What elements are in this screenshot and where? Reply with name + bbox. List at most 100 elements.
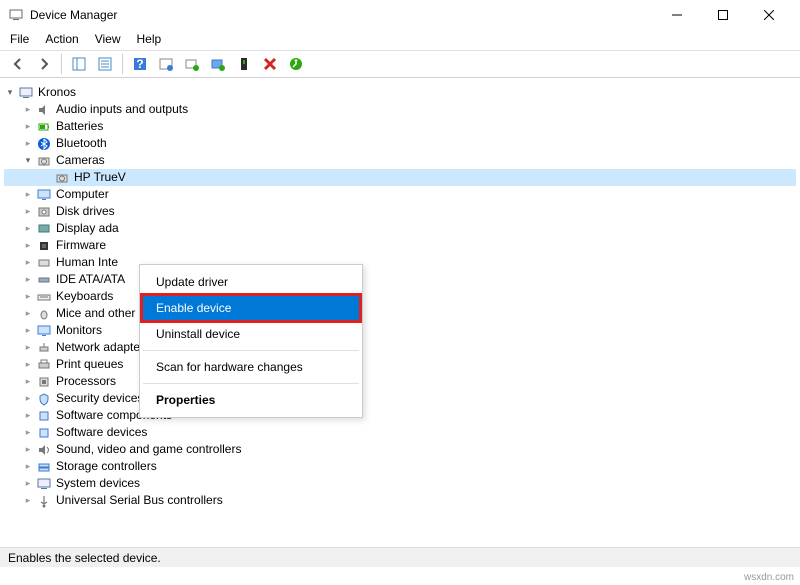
caret-icon[interactable] bbox=[22, 407, 34, 424]
show-hide-tree-button[interactable] bbox=[67, 52, 91, 76]
tree-node[interactable]: Universal Serial Bus controllers bbox=[4, 492, 796, 509]
caret-icon[interactable] bbox=[22, 458, 34, 475]
caret-icon[interactable] bbox=[22, 237, 34, 254]
tree-node[interactable]: Disk drives bbox=[4, 203, 796, 220]
tree-node[interactable]: Mice and other pointing devices bbox=[4, 305, 796, 322]
caret-icon[interactable] bbox=[22, 322, 34, 339]
caret-icon[interactable] bbox=[22, 492, 34, 509]
ctx-properties[interactable]: Properties bbox=[142, 387, 360, 413]
refresh-button[interactable] bbox=[284, 52, 308, 76]
status-text: Enables the selected device. bbox=[8, 551, 161, 565]
node-label: Kronos bbox=[38, 84, 76, 101]
tree-node[interactable]: Display ada bbox=[4, 220, 796, 237]
node-label: Firmware bbox=[56, 237, 106, 254]
tree-node[interactable]: Network adapters bbox=[4, 339, 796, 356]
watermark: wsxdn.com bbox=[744, 572, 794, 583]
forward-button[interactable] bbox=[32, 52, 56, 76]
tree-node[interactable]: System devices bbox=[4, 475, 796, 492]
caret-icon[interactable] bbox=[22, 373, 34, 390]
node-label: Sound, video and game controllers bbox=[56, 441, 241, 458]
close-button[interactable] bbox=[746, 0, 792, 30]
tree-node[interactable]: Software components bbox=[4, 407, 796, 424]
usb-icon bbox=[36, 493, 52, 509]
tree-node[interactable]: HP TrueV bbox=[4, 169, 796, 186]
device-tree[interactable]: Kronos Audio inputs and outputsBatteries… bbox=[0, 78, 800, 538]
node-label: Batteries bbox=[56, 118, 103, 135]
caret-icon[interactable] bbox=[22, 441, 34, 458]
window-controls bbox=[654, 0, 792, 30]
tree-root[interactable]: Kronos bbox=[4, 84, 796, 101]
caret-icon[interactable] bbox=[22, 254, 34, 271]
menu-action[interactable]: Action bbox=[45, 32, 78, 46]
ctx-enable-device[interactable]: Enable device bbox=[142, 295, 360, 321]
uninstall-button[interactable] bbox=[258, 52, 282, 76]
caret-icon[interactable] bbox=[22, 305, 34, 322]
tree-node[interactable]: Batteries bbox=[4, 118, 796, 135]
back-button[interactable] bbox=[6, 52, 30, 76]
update-driver-button[interactable] bbox=[206, 52, 230, 76]
cpu-icon bbox=[36, 374, 52, 390]
network-icon bbox=[36, 340, 52, 356]
menubar: File Action View Help bbox=[0, 30, 800, 50]
toolbar: ? bbox=[0, 50, 800, 78]
camera-icon bbox=[36, 153, 52, 169]
speaker-icon bbox=[36, 102, 52, 118]
caret-icon[interactable] bbox=[22, 390, 34, 407]
node-label: Audio inputs and outputs bbox=[56, 101, 188, 118]
tree-node[interactable]: Monitors bbox=[4, 322, 796, 339]
caret-icon[interactable] bbox=[22, 339, 34, 356]
tree-node[interactable]: Human Inte bbox=[4, 254, 796, 271]
titlebar: Device Manager bbox=[0, 0, 800, 30]
help-button[interactable]: ? bbox=[128, 52, 152, 76]
security-icon bbox=[36, 391, 52, 407]
properties-button[interactable] bbox=[93, 52, 117, 76]
node-label: Human Inte bbox=[56, 254, 118, 271]
tree-node[interactable]: Keyboards bbox=[4, 288, 796, 305]
ctx-update-driver[interactable]: Update driver bbox=[142, 269, 360, 295]
caret-icon[interactable] bbox=[22, 118, 34, 135]
caret-icon[interactable] bbox=[22, 475, 34, 492]
tree-node[interactable]: Firmware bbox=[4, 237, 796, 254]
hid-icon bbox=[36, 255, 52, 271]
node-label: System devices bbox=[56, 475, 140, 492]
tree-node[interactable]: Bluetooth bbox=[4, 135, 796, 152]
tree-node[interactable]: Processors bbox=[4, 373, 796, 390]
caret-icon[interactable] bbox=[22, 424, 34, 441]
caret-icon[interactable] bbox=[22, 356, 34, 373]
action-button[interactable] bbox=[154, 52, 178, 76]
caret-icon[interactable] bbox=[22, 288, 34, 305]
caret-icon[interactable] bbox=[22, 220, 34, 237]
tree-node[interactable]: Security devices bbox=[4, 390, 796, 407]
ide-icon bbox=[36, 272, 52, 288]
tree-node[interactable]: Software devices bbox=[4, 424, 796, 441]
scan-button[interactable] bbox=[180, 52, 204, 76]
node-label: Print queues bbox=[56, 356, 123, 373]
caret-icon[interactable] bbox=[22, 135, 34, 152]
menu-help[interactable]: Help bbox=[137, 32, 162, 46]
enable-button[interactable] bbox=[232, 52, 256, 76]
node-label: Disk drives bbox=[56, 203, 115, 220]
caret-icon[interactable] bbox=[22, 203, 34, 220]
caret-icon[interactable] bbox=[22, 152, 34, 169]
minimize-button[interactable] bbox=[654, 0, 700, 30]
ctx-uninstall-device[interactable]: Uninstall device bbox=[142, 321, 360, 347]
tree-node[interactable]: Cameras bbox=[4, 152, 796, 169]
toolbar-separator bbox=[61, 54, 62, 74]
sound-icon bbox=[36, 442, 52, 458]
tree-node[interactable]: Storage controllers bbox=[4, 458, 796, 475]
menu-view[interactable]: View bbox=[95, 32, 121, 46]
node-label: Software devices bbox=[56, 424, 147, 441]
caret-icon[interactable] bbox=[22, 271, 34, 288]
tree-node[interactable]: Computer bbox=[4, 186, 796, 203]
bluetooth-icon bbox=[36, 136, 52, 152]
caret-icon[interactable] bbox=[22, 186, 34, 203]
tree-node[interactable]: IDE ATA/ATA bbox=[4, 271, 796, 288]
caret-icon[interactable] bbox=[22, 101, 34, 118]
maximize-button[interactable] bbox=[700, 0, 746, 30]
tree-node[interactable]: Audio inputs and outputs bbox=[4, 101, 796, 118]
caret-icon[interactable] bbox=[4, 84, 16, 101]
menu-file[interactable]: File bbox=[10, 32, 29, 46]
ctx-scan-hardware[interactable]: Scan for hardware changes bbox=[142, 354, 360, 380]
tree-node[interactable]: Print queues bbox=[4, 356, 796, 373]
tree-node[interactable]: Sound, video and game controllers bbox=[4, 441, 796, 458]
